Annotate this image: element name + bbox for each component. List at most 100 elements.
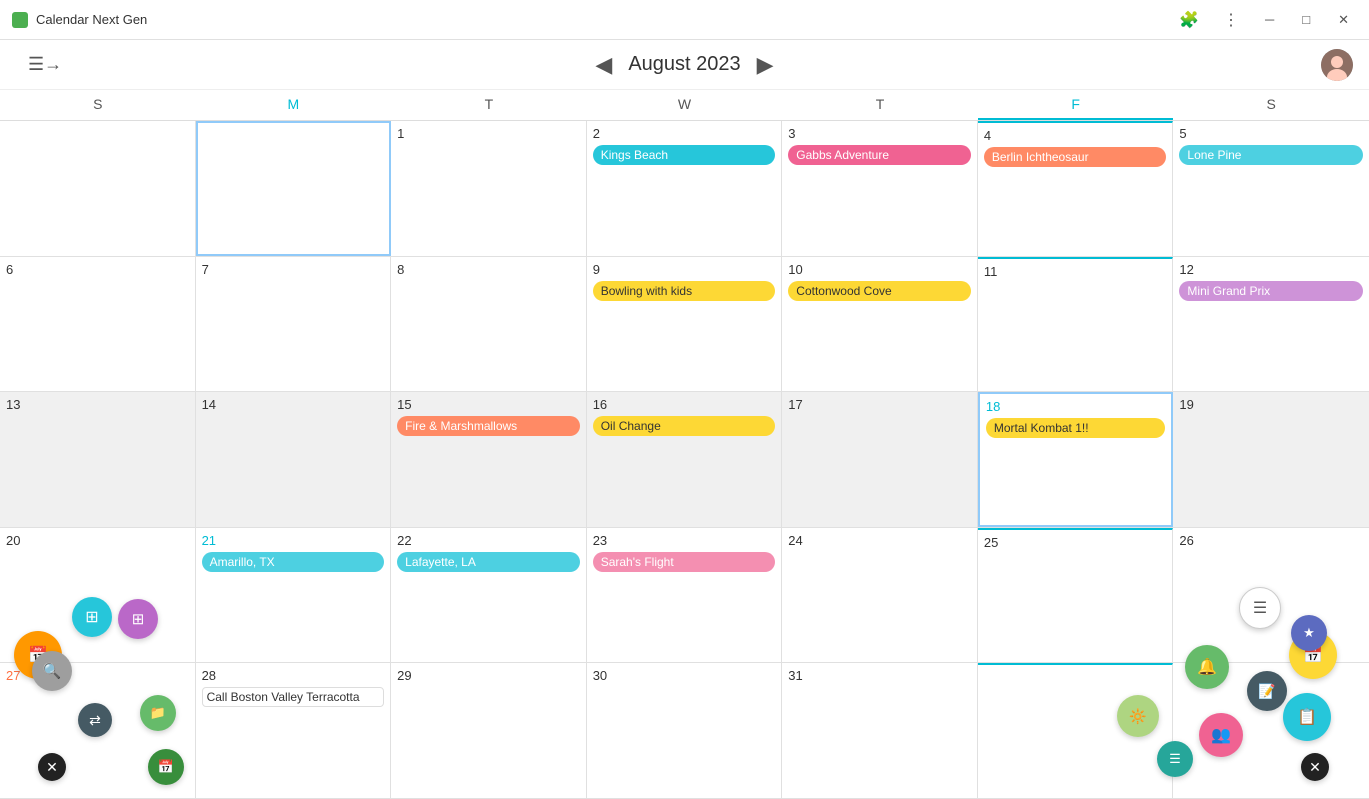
- fab-list2-icon[interactable]: ☰: [1157, 741, 1193, 777]
- fab-bright-icon[interactable]: 🔆: [1117, 695, 1159, 737]
- day-cell[interactable]: 21 Amarillo, TX: [196, 528, 392, 663]
- event-kings-beach[interactable]: Kings Beach: [593, 145, 776, 165]
- day-number: 30: [593, 668, 607, 683]
- day-number: 13: [6, 397, 20, 412]
- day-cell[interactable]: 11: [978, 257, 1174, 392]
- more-icon[interactable]: ⋮: [1217, 8, 1245, 32]
- day-cell[interactable]: 4 Berlin Ichtheosaur: [978, 121, 1174, 256]
- event-gabbs-adventure[interactable]: Gabbs Adventure: [788, 145, 971, 165]
- day-cell[interactable]: 29: [391, 663, 587, 798]
- day-header-sat: S: [1173, 90, 1369, 120]
- next-month-button[interactable]: ▶: [757, 52, 774, 78]
- day-cell[interactable]: 13: [0, 392, 196, 527]
- sidebar-toggle-icon[interactable]: ☰→: [28, 54, 62, 75]
- extensions-icon[interactable]: 🧩: [1173, 8, 1205, 32]
- day-cell[interactable]: 5 Lone Pine: [1173, 121, 1369, 256]
- day-number: 11: [984, 264, 998, 279]
- day-cell-18[interactable]: 18 Mortal Kombat 1!!: [978, 392, 1174, 527]
- day-header-wed: W: [587, 90, 783, 120]
- day-header-fri: F: [978, 90, 1174, 120]
- month-year-label: August 2023: [628, 53, 740, 76]
- week-row: 20 21 Amarillo, TX 22 Lafayette, LA 23 S…: [0, 528, 1369, 664]
- day-cell[interactable]: 19: [1173, 392, 1369, 527]
- day-cell[interactable]: 7: [196, 257, 392, 392]
- day-cell[interactable]: 23 Sarah's Flight: [587, 528, 783, 663]
- fab-calendar2-icon[interactable]: 📅: [148, 749, 184, 785]
- fab-search-icon[interactable]: 🔍: [32, 651, 72, 691]
- fab-close-left-icon[interactable]: ✕: [38, 753, 66, 781]
- day-cell[interactable]: 2 Kings Beach: [587, 121, 783, 256]
- day-cell-today[interactable]: [196, 121, 392, 256]
- day-cell[interactable]: 31: [782, 663, 978, 798]
- event-bowling[interactable]: Bowling with kids: [593, 281, 776, 301]
- day-cell[interactable]: 8: [391, 257, 587, 392]
- month-navigation: ◀ August 2023 ▶: [595, 52, 773, 78]
- fab-share-icon[interactable]: ⇄: [78, 703, 112, 737]
- fab-list-icon[interactable]: ☰: [1239, 587, 1281, 629]
- day-cell[interactable]: 1: [391, 121, 587, 256]
- event-mortal-kombat[interactable]: Mortal Kombat 1!!: [986, 418, 1166, 438]
- day-cell[interactable]: 6: [0, 257, 196, 392]
- day-cell[interactable]: 28 Call Boston Valley Terracotta: [196, 663, 392, 798]
- day-header-sun: S: [0, 90, 196, 120]
- day-number: 1: [397, 126, 404, 141]
- calendar-header: ☰→ ◀ August 2023 ▶: [0, 40, 1369, 90]
- event-cottonwood-cove[interactable]: Cottonwood Cove: [788, 281, 971, 301]
- maximize-button[interactable]: □: [1294, 10, 1318, 29]
- day-cell[interactable]: 24: [782, 528, 978, 663]
- fab-star-icon[interactable]: ★: [1291, 615, 1327, 651]
- event-amarillo[interactable]: Amarillo, TX: [202, 552, 385, 572]
- event-call-boston[interactable]: Call Boston Valley Terracotta: [202, 687, 385, 707]
- day-cell[interactable]: 14: [196, 392, 392, 527]
- day-header-mon: M: [196, 90, 392, 120]
- event-fire-marshmallows[interactable]: Fire & Marshmallows: [397, 416, 580, 436]
- event-mini-grand-prix[interactable]: Mini Grand Prix: [1179, 281, 1363, 301]
- day-number: 9: [593, 262, 600, 277]
- day-cell[interactable]: 30: [587, 663, 783, 798]
- titlebar-right: 🧩 ⋮ ─ □ ✕: [1173, 8, 1357, 32]
- day-number: 21: [202, 533, 216, 548]
- day-number: 17: [788, 397, 802, 412]
- event-oil-change[interactable]: Oil Change: [593, 416, 776, 436]
- fab-clipboard-icon[interactable]: 📋: [1283, 693, 1331, 741]
- day-number: 16: [593, 397, 607, 412]
- event-berlin-ichtheosaur[interactable]: Berlin Ichtheosaur: [984, 147, 1167, 167]
- day-header-tue: T: [391, 90, 587, 120]
- day-number: 26: [1179, 533, 1193, 548]
- event-lafayette[interactable]: Lafayette, LA: [397, 552, 580, 572]
- day-number: 6: [6, 262, 13, 277]
- user-avatar[interactable]: [1321, 49, 1353, 81]
- day-number: 3: [788, 126, 795, 141]
- minimize-button[interactable]: ─: [1257, 10, 1282, 29]
- day-cell[interactable]: 9 Bowling with kids: [587, 257, 783, 392]
- day-number: 2: [593, 126, 600, 141]
- day-cell[interactable]: 3 Gabbs Adventure: [782, 121, 978, 256]
- day-header-thu: T: [782, 90, 978, 120]
- prev-month-button[interactable]: ◀: [595, 52, 612, 78]
- day-cell[interactable]: 22 Lafayette, LA: [391, 528, 587, 663]
- day-cell[interactable]: 15 Fire & Marshmallows: [391, 392, 587, 527]
- day-cell[interactable]: 10 Cottonwood Cove: [782, 257, 978, 392]
- app-icon: [12, 12, 28, 28]
- day-number: 22: [397, 533, 411, 548]
- fab-people-icon[interactable]: 👥: [1199, 713, 1243, 757]
- event-sarahs-flight[interactable]: Sarah's Flight: [593, 552, 776, 572]
- fab-grid-icon[interactable]: ⊞: [72, 597, 112, 637]
- day-number: 10: [788, 262, 802, 277]
- day-number: 5: [1179, 126, 1186, 141]
- day-cell[interactable]: 17: [782, 392, 978, 527]
- fab-bell-icon[interactable]: 🔔: [1185, 645, 1229, 689]
- fab-close-right-icon[interactable]: ✕: [1301, 753, 1329, 781]
- fab-notes-icon[interactable]: 📝: [1247, 671, 1287, 711]
- day-number: 4: [984, 128, 991, 143]
- event-lone-pine[interactable]: Lone Pine: [1179, 145, 1363, 165]
- day-cell[interactable]: [0, 121, 196, 256]
- day-cell[interactable]: 16 Oil Change: [587, 392, 783, 527]
- day-cell[interactable]: 12 Mini Grand Prix: [1173, 257, 1369, 392]
- fab-folder-icon[interactable]: 📁: [140, 695, 176, 731]
- day-cell[interactable]: 25: [978, 528, 1174, 663]
- day-number: 8: [397, 262, 404, 277]
- fab-menu-icon[interactable]: ⊞: [118, 599, 158, 639]
- close-button[interactable]: ✕: [1330, 10, 1357, 30]
- day-number: 24: [788, 533, 802, 548]
